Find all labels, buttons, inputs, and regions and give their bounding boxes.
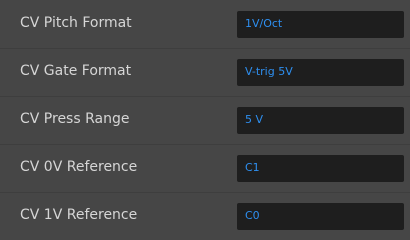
cv-pitch-format-select[interactable]: 1V/Oct (237, 11, 404, 38)
cv-settings-panel: CV Pitch Format 1V/Oct CV Gate Format V-… (0, 0, 410, 240)
cv-pitch-format-value: 1V/Oct (245, 17, 283, 30)
cv-1v-reference-row: CV 1V Reference C0 (0, 192, 410, 240)
cv-0v-reference-row: CV 0V Reference C1 (0, 144, 410, 192)
cv-press-range-select[interactable]: 5 V (237, 107, 404, 134)
cv-pitch-format-row: CV Pitch Format 1V/Oct (0, 0, 410, 48)
cv-gate-format-select[interactable]: V-trig 5V (237, 59, 404, 86)
cv-press-range-row: CV Press Range 5 V (0, 96, 410, 144)
cv-1v-reference-select[interactable]: C0 (237, 203, 404, 230)
cv-1v-reference-label: CV 1V Reference (20, 207, 138, 223)
cv-0v-reference-label: CV 0V Reference (20, 159, 138, 175)
cv-gate-format-label: CV Gate Format (20, 63, 132, 79)
cv-0v-reference-select[interactable]: C1 (237, 155, 404, 182)
cv-press-range-value: 5 V (245, 113, 264, 126)
cv-gate-format-row: CV Gate Format V-trig 5V (0, 48, 410, 96)
cv-1v-reference-value: C0 (245, 209, 260, 222)
cv-press-range-label: CV Press Range (20, 111, 130, 127)
cv-0v-reference-value: C1 (245, 161, 260, 174)
cv-pitch-format-label: CV Pitch Format (20, 15, 132, 31)
cv-gate-format-value: V-trig 5V (245, 65, 293, 78)
